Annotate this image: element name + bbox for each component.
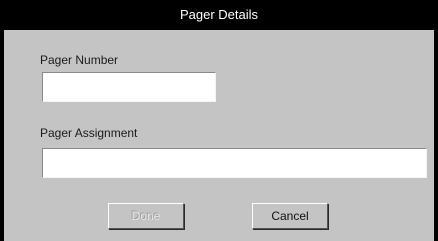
cancel-button[interactable]: Cancel xyxy=(252,203,328,229)
dialog-title: Pager Details xyxy=(0,0,438,30)
pager-details-dialog: Pager Details Pager Number Pager Assignm… xyxy=(0,0,438,241)
pager-number-field[interactable] xyxy=(42,72,216,102)
done-button[interactable]: Done xyxy=(108,203,184,229)
pager-number-label: Pager Number xyxy=(40,53,119,67)
pager-assignment-field[interactable] xyxy=(42,148,427,178)
pager-assignment-label: Pager Assignment xyxy=(40,126,138,140)
dialog-body: Pager Number Pager Assignment Done Cance… xyxy=(4,30,434,241)
